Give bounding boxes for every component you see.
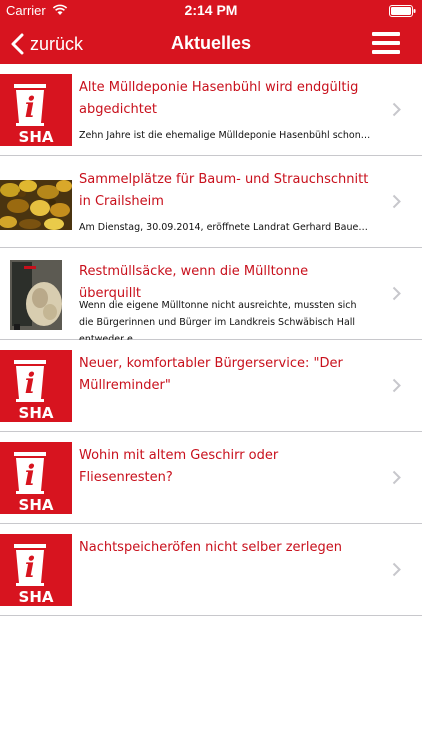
news-item[interactable]: i SHA Nachtspeicheröfen nicht selber zer… — [0, 524, 422, 616]
news-description: Am Dienstag, 30.09.2014, eröffnete Landr… — [79, 222, 371, 233]
svg-text:SHA: SHA — [19, 588, 54, 606]
navigation-header: Carrier 2:14 PM zurück Aktuelles — [0, 0, 422, 64]
chevron-right-icon — [392, 286, 401, 301]
svg-text:i: i — [25, 551, 36, 584]
status-bar: Carrier 2:14 PM — [0, 0, 422, 22]
svg-text:i: i — [25, 459, 36, 492]
nav-bar: zurück Aktuelles — [0, 22, 422, 64]
news-title: Neuer, komfortabler Bürgerservice: "Der … — [79, 356, 343, 393]
news-item[interactable]: i SHA Neuer, komfortabler Bürgerservice:… — [0, 340, 422, 432]
trash-bin-photo — [0, 258, 72, 330]
news-list: i SHA Alte Mülldeponie Hasenbühl wird en… — [0, 64, 422, 616]
news-item[interactable]: i SHA Wohin mit altem Geschirr oder Flie… — [0, 432, 422, 524]
news-title: Nachtspeicheröfen nicht selber zerlegen — [79, 540, 342, 555]
news-item[interactable]: Sammelplätze für Baum- und Strauchschnit… — [0, 156, 422, 248]
sha-logo: i SHA — [0, 74, 72, 146]
sha-logo: i SHA — [0, 534, 72, 606]
clock: 2:14 PM — [184, 2, 238, 18]
chevron-right-icon — [392, 378, 401, 393]
news-title: Wohin mit altem Geschirr oder Fliesenres… — [79, 448, 279, 485]
chevron-right-icon — [392, 470, 401, 485]
news-title: Alte Mülldeponie Hasenbühl wird endgülti… — [79, 80, 359, 117]
news-description: Zehn Jahre ist die ehemalige Mülldeponie… — [79, 130, 371, 141]
page-title: Aktuelles — [170, 33, 252, 53]
news-title: Sammelplätze für Baum- und Strauchschnit… — [79, 172, 369, 209]
hamburger-menu-icon[interactable] — [372, 32, 400, 54]
svg-text:SHA: SHA — [19, 404, 54, 422]
sha-logo: i SHA — [0, 350, 72, 422]
chevron-right-icon — [392, 562, 401, 577]
svg-text:i: i — [25, 91, 36, 124]
svg-text:i: i — [25, 367, 36, 400]
svg-text:SHA: SHA — [19, 496, 54, 514]
news-item[interactable]: i SHA Alte Mülldeponie Hasenbühl wird en… — [0, 64, 422, 156]
autumn-leaves-photo — [0, 166, 72, 238]
sha-logo: i SHA — [0, 442, 72, 514]
chevron-right-icon — [392, 102, 401, 117]
svg-text:SHA: SHA — [19, 128, 54, 146]
news-item[interactable]: Restmüllsäcke, wenn die Mülltonne überqu… — [0, 248, 422, 345]
chevron-right-icon — [392, 194, 401, 209]
battery-icon — [389, 5, 416, 17]
